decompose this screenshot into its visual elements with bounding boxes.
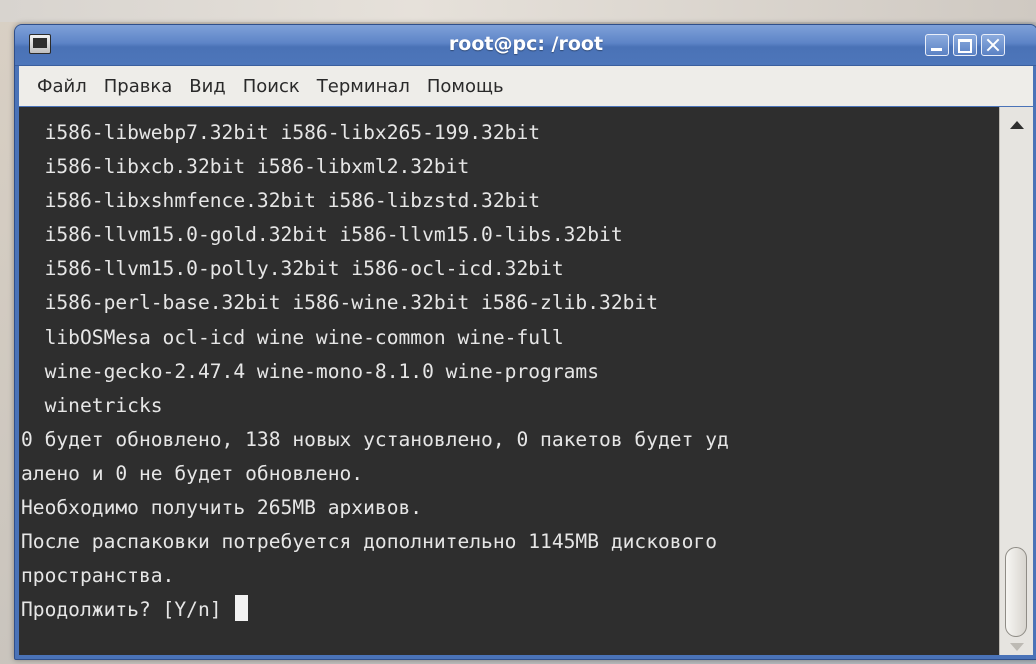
desktop-background (0, 0, 1036, 22)
terminal-line: i586-libwebp7.32bit i586-libx265-199.32b… (21, 121, 541, 144)
menu-terminal[interactable]: Терминал (317, 76, 410, 97)
maximize-button[interactable] (953, 34, 977, 56)
terminal-line: i586-perl-base.32bit i586-wine.32bit i58… (21, 291, 659, 315)
terminal-line: i586-libxshmfence.32bit i586-libzstd.32b… (21, 189, 541, 213)
menu-file[interactable]: Файл (37, 76, 87, 97)
menu-view[interactable]: Вид (189, 76, 226, 97)
scroll-down-arrow-icon[interactable] (1010, 643, 1024, 651)
menu-help[interactable]: Помощь (427, 76, 504, 97)
terminal-window: root@pc: /root Файл Правка Вид Поиск Тер… (14, 24, 1036, 660)
menu-search[interactable]: Поиск (243, 76, 300, 97)
terminal-line: libOSMesa ocl-icd wine wine-common wine-… (21, 325, 564, 349)
scrollbar-thumb[interactable] (1005, 547, 1027, 637)
terminal-line: i586-llvm15.0-gold.32bit i586-llvm15.0-l… (21, 223, 623, 247)
terminal-output[interactable]: i586-libwebp7.32bit i586-libx265-199.32b… (19, 107, 999, 655)
terminal-line: пространства. (21, 564, 175, 588)
terminal-prompt: Продолжить? [Y/n] (21, 598, 234, 622)
terminal-prompt-line[interactable]: Продолжить? [Y/n] (21, 593, 999, 627)
terminal-line: 0 будет обновлено, 138 новых установлено… (21, 427, 729, 451)
terminal-line: Необходимо получить 265MB архивов. (21, 496, 423, 520)
window-title: root@pc: /root (448, 33, 604, 55)
close-button[interactable] (981, 34, 1005, 56)
terminal-line: i586-libxcb.32bit i586-libxml2.32bit (21, 155, 470, 179)
terminal-line: wine-gecko-2.47.4 wine-mono-8.1.0 wine-p… (21, 359, 600, 383)
terminal-line: алено и 0 не будет обновлено. (21, 461, 364, 485)
terminal-line: winetricks (21, 393, 163, 417)
minimize-button[interactable] (925, 34, 949, 56)
terminal-line: i586-llvm15.0-polly.32bit i586-ocl-icd.3… (21, 257, 564, 281)
terminal-line: После распаковки потребуется дополнитель… (21, 530, 717, 554)
title-bar[interactable]: root@pc: /root (15, 25, 1036, 66)
vertical-scrollbar[interactable] (999, 107, 1033, 655)
menu-edit[interactable]: Правка (104, 76, 173, 97)
text-cursor (235, 595, 249, 622)
scroll-up-arrow-icon[interactable] (1010, 121, 1024, 129)
menu-bar: Файл Правка Вид Поиск Терминал Помощь (19, 66, 1033, 106)
